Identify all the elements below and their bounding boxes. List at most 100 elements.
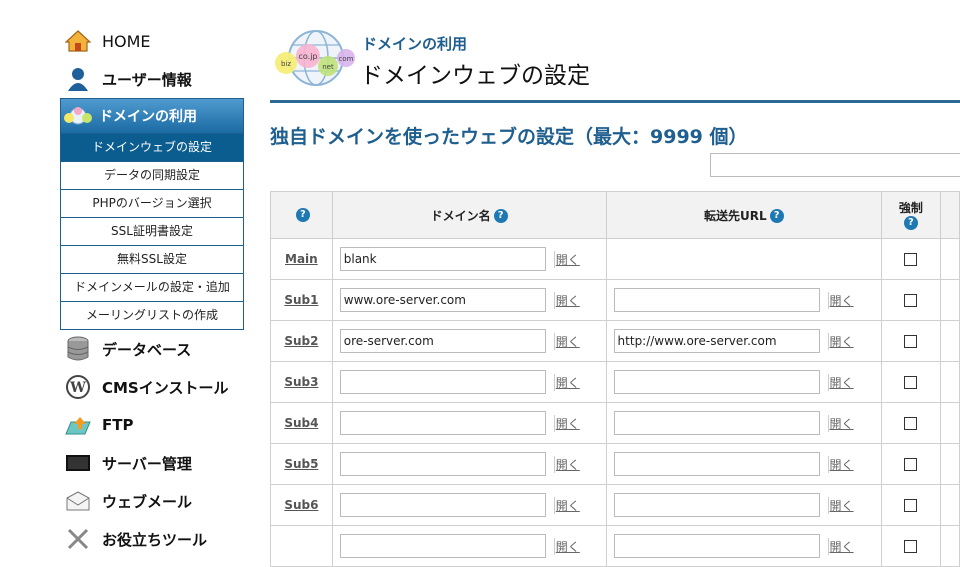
redirect-url-input[interactable] [613,452,820,476]
row-name-link[interactable]: Sub3 [271,375,332,389]
force-checkbox[interactable] [904,293,918,307]
nav-tools-label: お役立ちツール [102,530,208,549]
extra-column-header [939,191,960,239]
ftp-upload-icon [64,411,92,439]
force-checkbox[interactable] [904,252,918,266]
nav-domain-usage[interactable]: ドメインの利用 [60,98,244,134]
redirect-url-input[interactable] [613,288,820,312]
envelope-icon [64,487,92,515]
nav-user-info[interactable]: ユーザー情報 [60,60,244,98]
row-name-link[interactable]: Sub4 [271,416,332,430]
submenu-domain-mail[interactable]: ドメインメールの設定・追加 [61,273,243,301]
open-redirect-link[interactable]: 開く [827,414,854,432]
table-row: Sub4 開く 開く [270,402,960,444]
domain-column-header: ドメイン名? [331,191,607,239]
nav-database-label: データベース [102,340,192,359]
redirect-column-header: 転送先URL? [605,191,883,239]
globe-label: biz [281,60,291,68]
domain-table: ? ドメイン名? 転送先URL? 強制? Main 開く Sub1 開く 開く … [270,191,960,567]
open-domain-link[interactable]: 開く [553,250,580,268]
table-row: 開く 開く [270,525,960,567]
domain-input[interactable] [339,288,546,312]
redirect-url-input[interactable] [613,411,820,435]
globe-label: com [339,55,354,63]
open-domain-link[interactable]: 開く [553,455,580,473]
table-row: Sub1 開く 開く [270,279,960,321]
nav-ftp[interactable]: FTP [60,406,244,444]
table-row: Sub6 開く 開く [270,484,960,526]
open-redirect-link[interactable]: 開く [827,373,854,391]
redirect-url-input[interactable] [613,534,820,558]
nav-cms-install[interactable]: W CMSインストール [60,368,244,406]
nav-ftp-label: FTP [102,416,134,434]
domain-input[interactable] [339,534,546,558]
submenu-data-sync[interactable]: データの同期設定 [61,161,243,189]
row-name-link[interactable]: Sub6 [271,498,332,512]
redirect-url-input[interactable] [613,370,820,394]
domain-input[interactable] [339,329,546,353]
open-redirect-link[interactable]: 開く [827,496,854,514]
open-redirect-link[interactable]: 開く [827,537,854,555]
row-name-link[interactable]: Sub2 [271,334,332,348]
open-domain-link[interactable]: 開く [553,537,580,555]
submenu-free-ssl[interactable]: 無料SSL設定 [61,245,243,273]
open-domain-link[interactable]: 開く [553,414,580,432]
force-checkbox[interactable] [904,498,918,512]
table-header-row: ? ドメイン名? 転送先URL? 強制? [270,191,960,239]
submenu-mailing-list[interactable]: メーリングリストの作成 [61,301,243,329]
force-checkbox[interactable] [904,416,918,430]
help-icon[interactable]: ? [493,209,508,223]
nav-server-admin-label: サーバー管理 [102,454,192,473]
force-checkbox[interactable] [904,457,918,471]
redirect-url-input[interactable] [613,493,820,517]
row-name-link[interactable]: Main [271,252,332,266]
page-title: ドメインウェブの設定 [360,63,590,89]
user-icon [64,65,92,93]
tools-icon [64,525,92,553]
help-icon[interactable]: ? [903,216,918,230]
nav-webmail-label: ウェブメール [102,492,193,511]
nav-webmail[interactable]: ウェブメール [60,482,244,520]
open-domain-link[interactable]: 開く [553,332,580,350]
domain-input[interactable] [339,411,546,435]
open-domain-link[interactable]: 開く [553,496,580,514]
open-domain-link[interactable]: 開く [553,291,580,309]
force-checkbox[interactable] [904,334,918,348]
open-domain-link[interactable]: 開く [553,373,580,391]
submenu-domain-web[interactable]: ドメインウェブの設定 [61,134,243,161]
server-monitor-icon [64,449,92,477]
force-checkbox[interactable] [904,375,918,389]
nav-tools[interactable]: お役立ちツール [60,520,244,558]
domain-header-label: ドメイン名 [430,208,491,223]
submenu-php-version[interactable]: PHPのバージョン選択 [61,189,243,217]
section-title: 独自ドメインを使ったウェブの設定（最大：9999 個） [270,126,748,148]
domain-input[interactable] [339,452,546,476]
open-redirect-link[interactable]: 開く [827,332,854,350]
house-icon [64,27,92,55]
row-name-link[interactable]: Sub1 [271,293,332,307]
domain-input[interactable] [339,493,546,517]
help-icon[interactable]: ? [295,208,310,223]
force-checkbox[interactable] [904,539,918,553]
table-row: Sub2 開く 開く [270,320,960,362]
redirect-url-input[interactable] [613,329,820,353]
domain-globe-icon: biz co.jp net com [275,30,355,86]
open-redirect-link[interactable]: 開く [827,455,854,473]
submenu-ssl-cert[interactable]: SSL証明書設定 [61,217,243,245]
row-name-link[interactable]: Sub5 [271,457,332,471]
help-icon[interactable]: ? [769,209,784,223]
nav-database[interactable]: データベース [60,330,244,368]
domain-input[interactable] [339,370,546,394]
nav-home[interactable]: HOME [60,22,244,60]
domain-submenu: ドメインウェブの設定 データの同期設定 PHPのバージョン選択 SSL証明書設定… [60,134,244,330]
domain-input[interactable] [339,247,546,271]
wordpress-icon: W [64,373,92,401]
nav-lower: データベース W CMSインストール FTP サーバー管理 ウェブメール お役立… [60,330,244,558]
nav-cms-install-label: CMSインストール [102,378,229,397]
search-input[interactable] [710,153,960,177]
nav-server-admin[interactable]: サーバー管理 [60,444,244,482]
breadcrumb: ドメインの利用 [362,35,468,53]
nav-domain-usage-label: ドメインの利用 [99,109,197,125]
globe-label: net [322,63,334,71]
open-redirect-link[interactable]: 開く [827,291,854,309]
